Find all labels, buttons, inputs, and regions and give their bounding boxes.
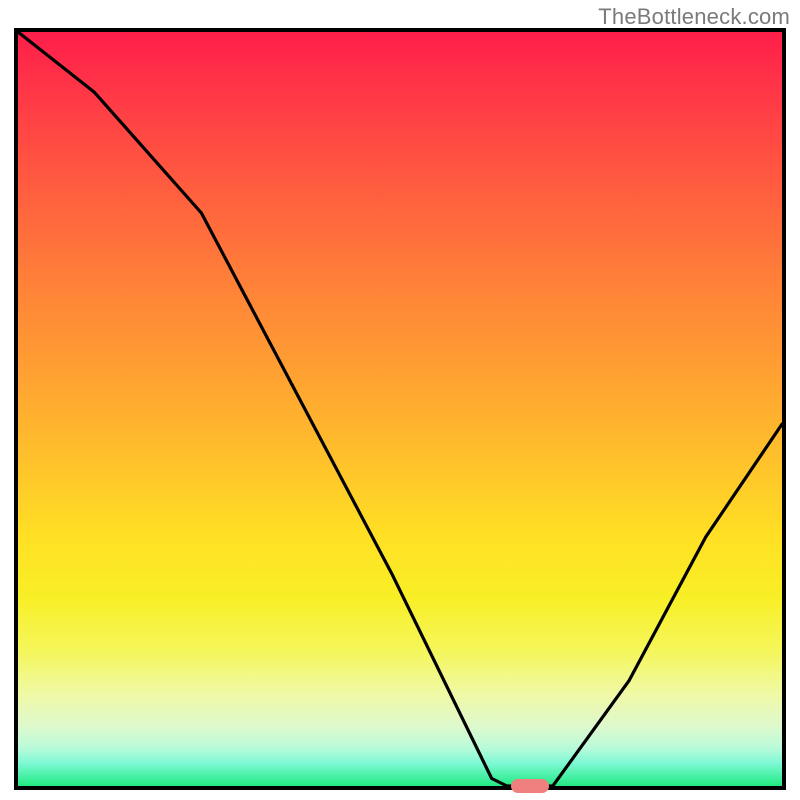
plot-frame: [14, 28, 786, 790]
watermark-text: TheBottleneck.com: [598, 4, 790, 30]
bottleneck-curve: [18, 32, 782, 786]
optimum-marker: [511, 779, 549, 793]
chart-canvas: TheBottleneck.com: [0, 0, 800, 800]
